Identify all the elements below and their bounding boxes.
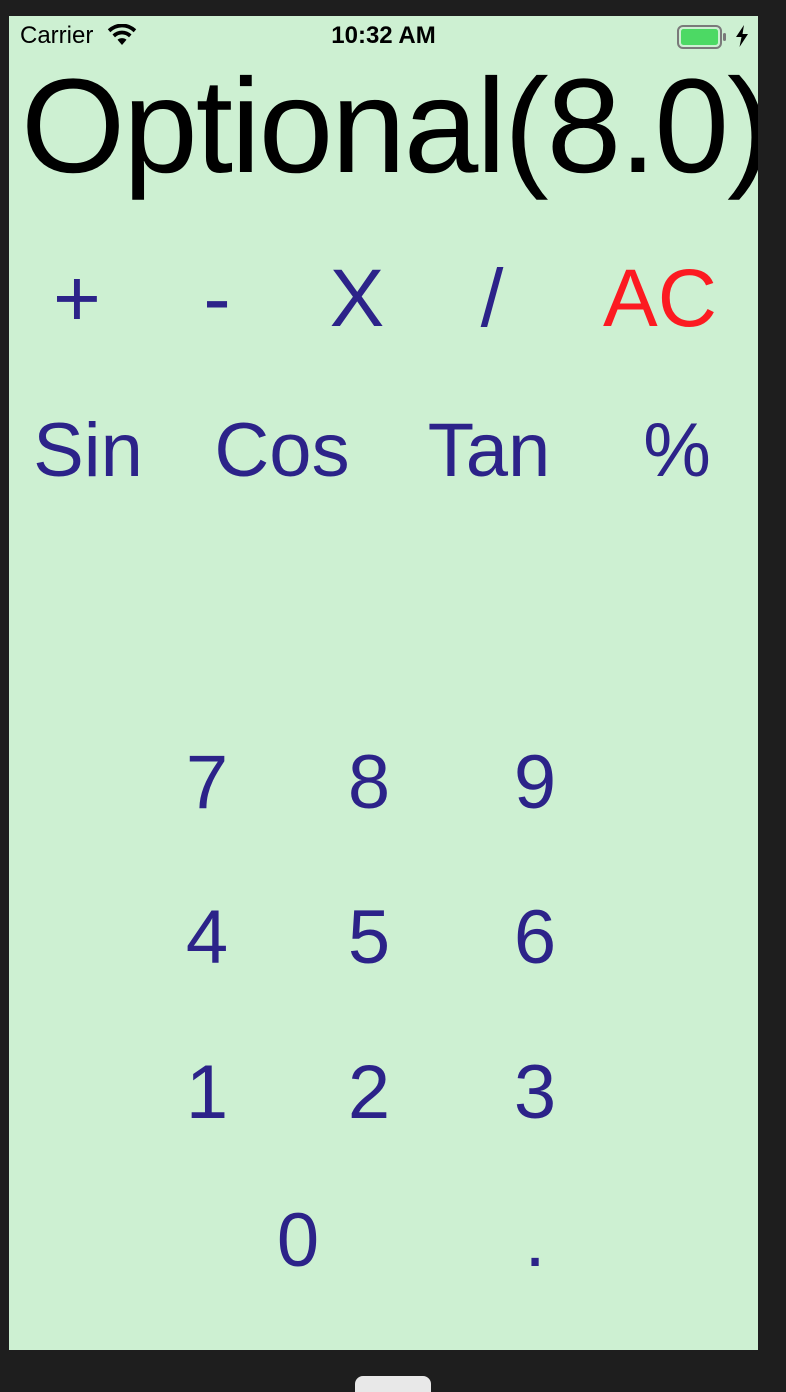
digit-1-button[interactable]: 1 xyxy=(167,1050,247,1136)
device-frame: Carrier 10:32 AM Optional(8.0) + - X / A… xyxy=(0,0,786,1392)
digit-5-button[interactable]: 5 xyxy=(329,895,409,981)
sin-button[interactable]: Sin xyxy=(23,408,153,494)
decimal-button[interactable]: . xyxy=(495,1198,575,1284)
digit-9-button[interactable]: 9 xyxy=(495,740,575,826)
clear-button[interactable]: AC xyxy=(585,254,735,344)
status-bar: Carrier 10:32 AM xyxy=(9,16,758,56)
battery-icon xyxy=(677,25,726,49)
digit-3-button[interactable]: 3 xyxy=(495,1050,575,1136)
status-time: 10:32 AM xyxy=(331,22,436,49)
minus-button[interactable]: - xyxy=(172,254,262,344)
digit-6-button[interactable]: 6 xyxy=(495,895,575,981)
multiply-button[interactable]: X xyxy=(312,254,402,344)
app-screen: Carrier 10:32 AM Optional(8.0) + - X / A… xyxy=(9,16,758,1350)
digit-4-button[interactable]: 4 xyxy=(167,895,247,981)
home-indicator[interactable] xyxy=(355,1376,431,1392)
digit-0-button[interactable]: 0 xyxy=(258,1198,338,1284)
plus-button[interactable]: + xyxy=(32,254,122,344)
cos-button[interactable]: Cos xyxy=(207,408,357,494)
digit-8-button[interactable]: 8 xyxy=(329,740,409,826)
charging-bolt-icon xyxy=(736,25,748,47)
result-display: Optional(8.0) xyxy=(21,52,758,201)
percent-button[interactable]: % xyxy=(627,408,727,494)
digit-7-button[interactable]: 7 xyxy=(167,740,247,826)
tan-button[interactable]: Tan xyxy=(419,408,559,494)
digit-2-button[interactable]: 2 xyxy=(329,1050,409,1136)
divide-button[interactable]: / xyxy=(447,254,537,344)
